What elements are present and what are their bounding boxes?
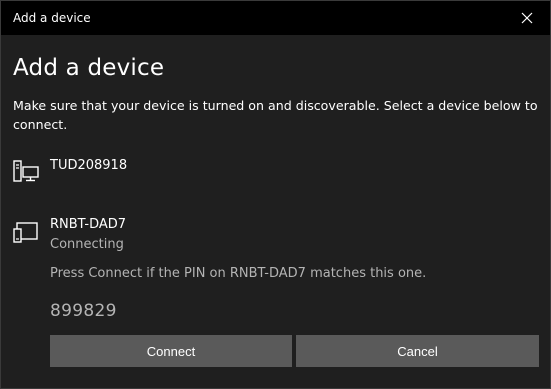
page-title: Add a device (13, 55, 165, 81)
pin-code: 899829 (50, 301, 117, 321)
window-title: Add a device (13, 11, 91, 25)
close-icon (521, 12, 533, 24)
cancel-button[interactable]: Cancel (296, 335, 539, 367)
title-bar: Add a device (1, 1, 550, 35)
instructions-text: Make sure that your device is turned on … (13, 98, 538, 132)
close-button[interactable] (504, 1, 550, 35)
device-status: Connecting (50, 237, 124, 252)
device-name: TUD208918 (50, 158, 128, 173)
desktop-computer-icon (13, 160, 39, 182)
tablet-device-icon (13, 222, 38, 243)
pin-prompt: Press Connect if the PIN on RNBT-DAD7 ma… (50, 266, 427, 281)
add-device-dialog: Add a device Add a device Make sure that… (0, 0, 551, 389)
device-list-item[interactable]: RNBT-DAD7 Connecting (1, 211, 550, 261)
connect-button[interactable]: Connect (50, 335, 292, 367)
device-name: RNBT-DAD7 (50, 217, 127, 232)
device-list-item[interactable]: TUD208918 (1, 151, 550, 191)
